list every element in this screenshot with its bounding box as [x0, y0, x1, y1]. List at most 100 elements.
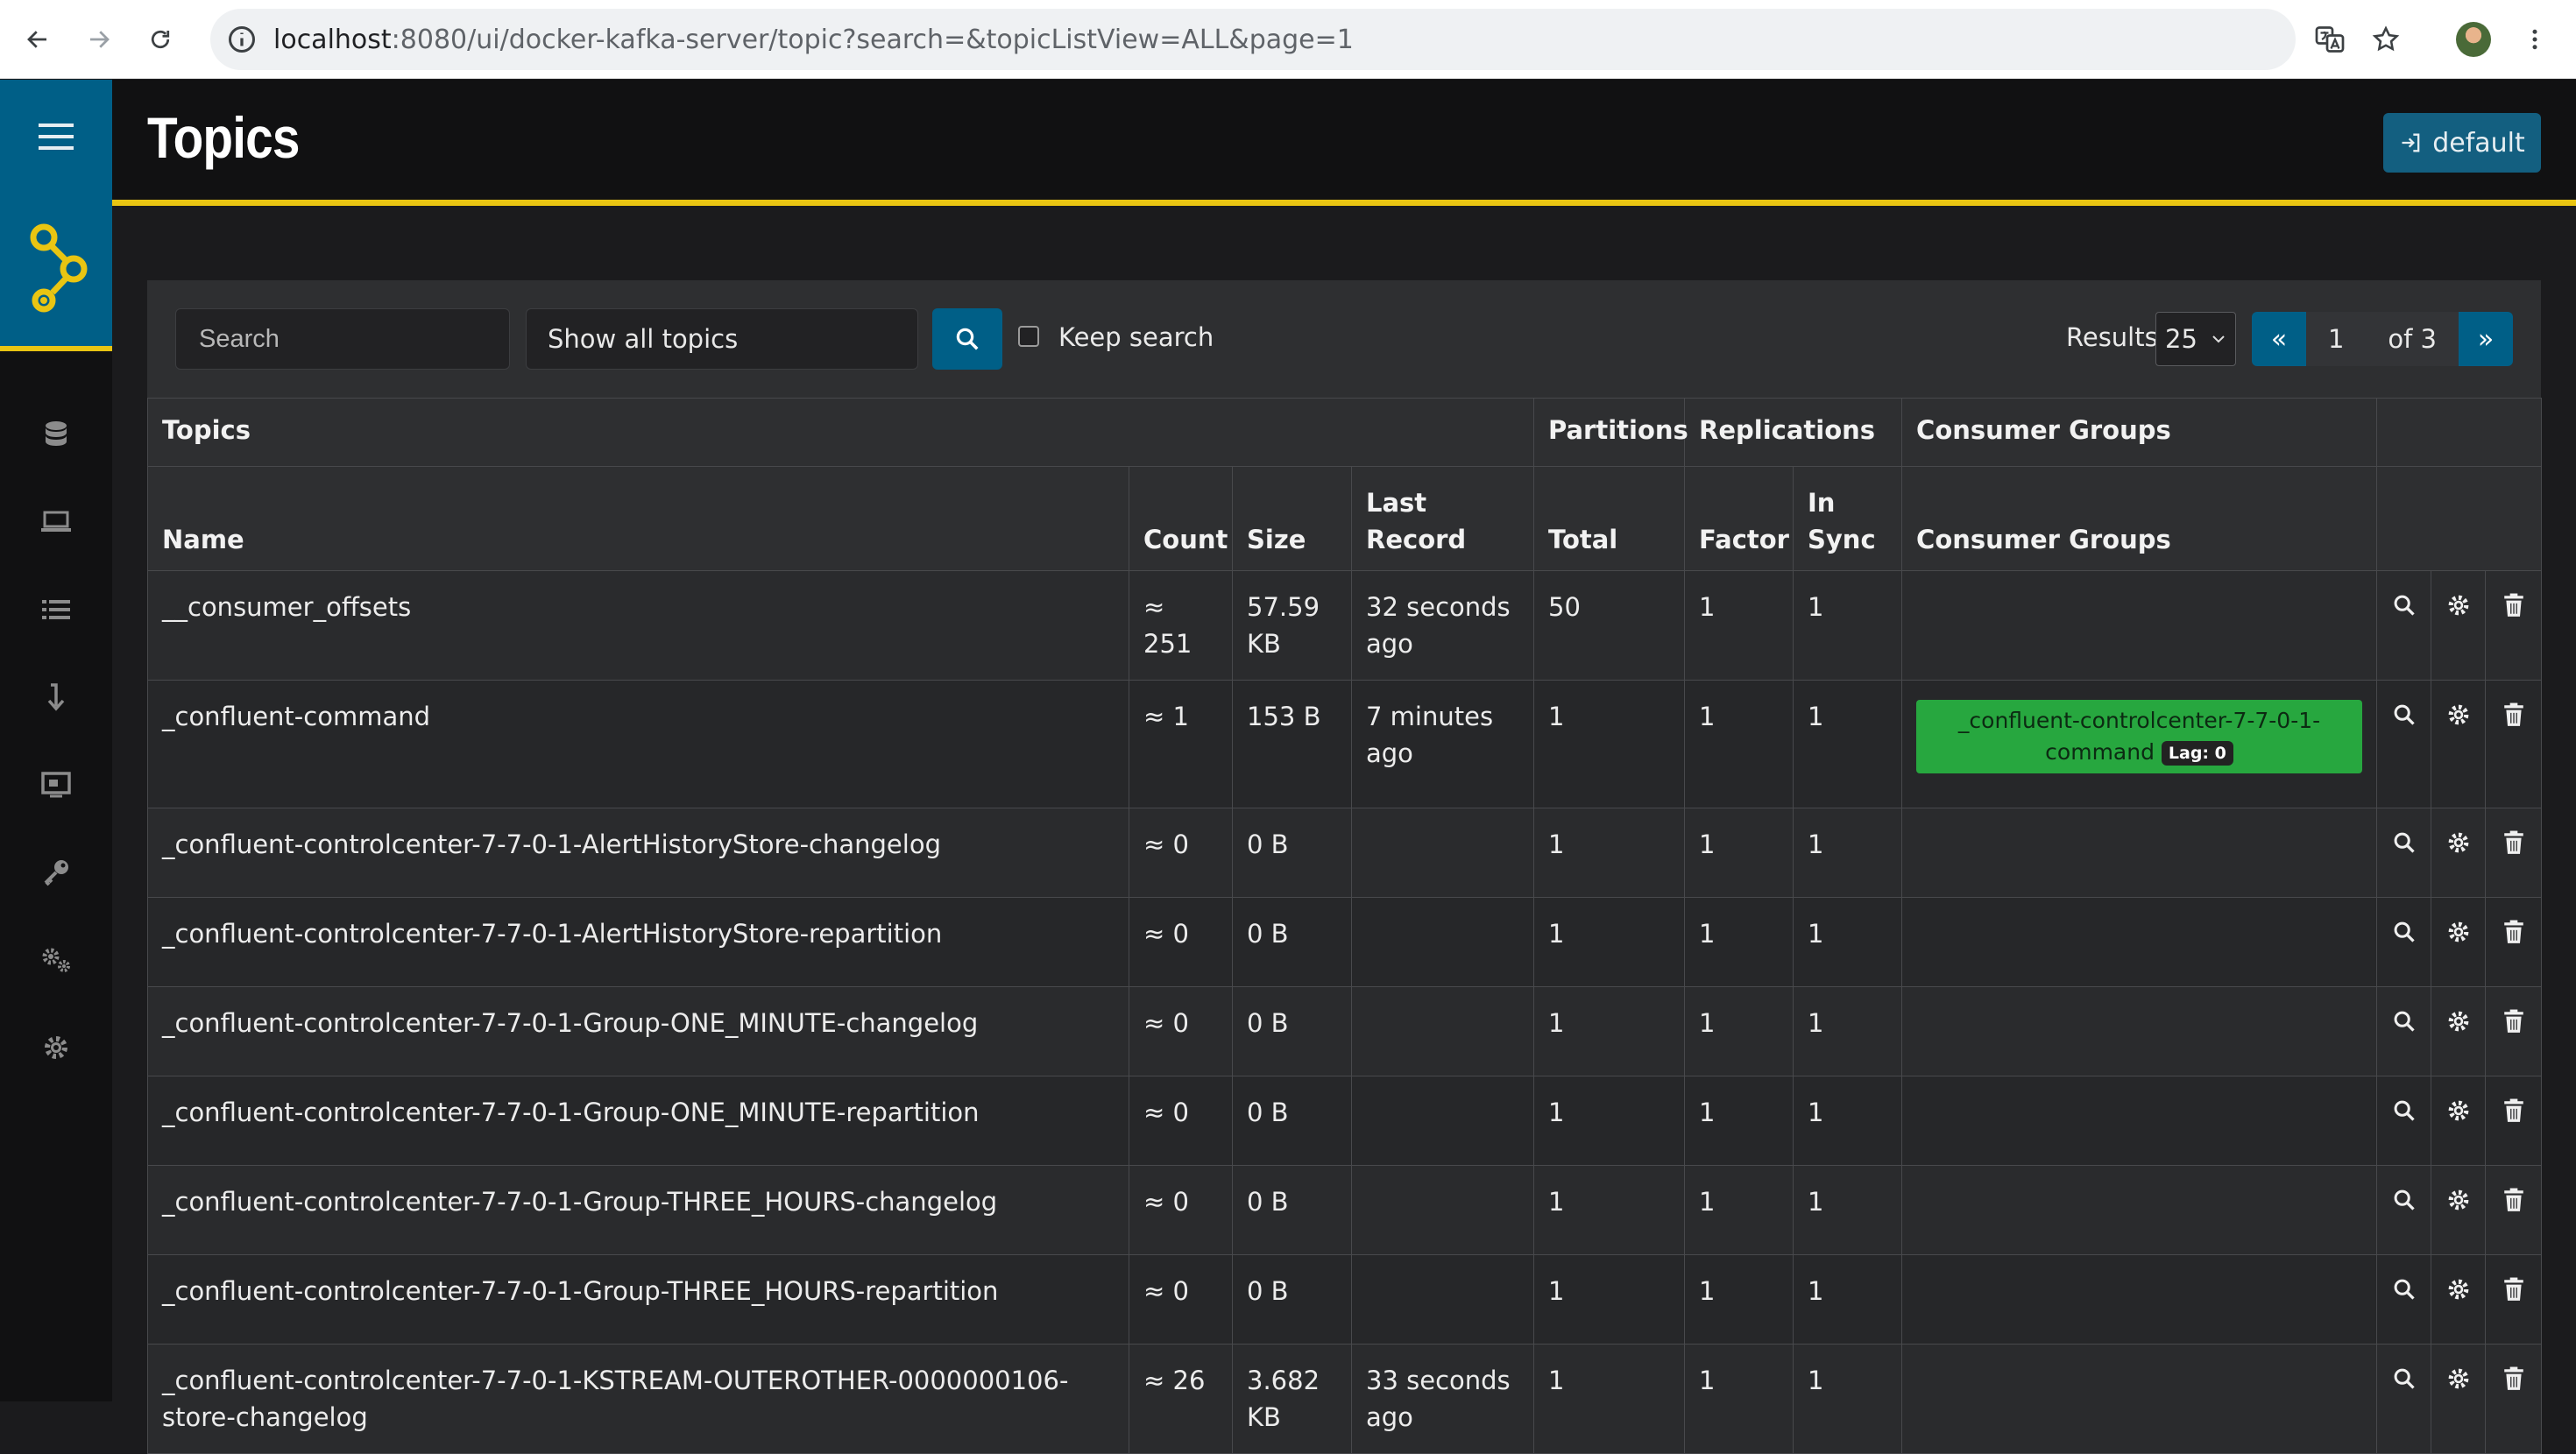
table-row[interactable]: __consumer_offsets ≈ 251 57.59 KB 32 second…	[147, 570, 2543, 681]
consumer-group-badge[interactable]: _confluent-controlcenter-7-7-0-1-command…	[1916, 700, 2363, 773]
gear-action[interactable]	[2431, 808, 2487, 898]
gear-icon	[2446, 831, 2471, 861]
cluster-default-button[interactable]: default	[2383, 113, 2541, 173]
col-last-record[interactable]: Last Record	[1350, 466, 1535, 571]
profile-avatar[interactable]	[2453, 19, 2494, 60]
topic-view-select[interactable]: Show all topics	[526, 308, 918, 370]
bookmark-star-icon[interactable]	[2366, 19, 2406, 60]
search-action[interactable]	[2376, 1344, 2432, 1454]
search-button[interactable]	[932, 308, 1002, 370]
search-action[interactable]	[2376, 986, 2432, 1076]
search-action[interactable]	[2376, 897, 2432, 987]
search-action[interactable]	[2376, 570, 2432, 681]
cell-name[interactable]: _confluent-controlcenter-7-7-0-1-Group-T…	[147, 1254, 1129, 1345]
browser-menu-icon[interactable]	[2515, 19, 2555, 60]
cell-factor: 1	[1684, 570, 1794, 681]
results-per-page-select[interactable]: 25	[2155, 312, 2236, 366]
cell-consumer-groups	[1901, 808, 2378, 898]
cell-name[interactable]: _confluent-controlcenter-7-7-0-1-AlertHi…	[147, 897, 1129, 987]
trash-action[interactable]	[2485, 1254, 2543, 1345]
cell-name[interactable]: _confluent-controlcenter-7-7-0-1-KSTREAM…	[147, 1344, 1129, 1454]
cell-name[interactable]: __consumer_offsets	[147, 570, 1129, 681]
col-size[interactable]: Size	[1232, 466, 1352, 571]
cell-consumer-groups: _confluent-controlcenter-7-7-0-1-command…	[1901, 680, 2378, 808]
search-icon	[2392, 594, 2417, 624]
table-row[interactable]: _confluent-controlcenter-7-7-0-1-AlertHi…	[147, 897, 2543, 987]
col-total[interactable]: Total	[1533, 466, 1686, 571]
trash-action[interactable]	[2485, 1344, 2543, 1454]
key-icon[interactable]	[0, 842, 112, 903]
cell-total: 1	[1533, 986, 1686, 1076]
search-action[interactable]	[2376, 1076, 2432, 1166]
search-icon	[2392, 1367, 2417, 1397]
gear-action[interactable]	[2431, 1254, 2487, 1345]
address-bar[interactable]: localhost:8080/ui/docker-kafka-server/to…	[210, 9, 2296, 70]
gear-action[interactable]	[2431, 680, 2487, 808]
gear-action[interactable]	[2431, 897, 2487, 987]
search-action[interactable]	[2376, 680, 2432, 808]
trash-action[interactable]	[2485, 897, 2543, 987]
gear-action[interactable]	[2431, 1344, 2487, 1454]
table-row[interactable]: _confluent-controlcenter-7-7-0-1-Group-O…	[147, 1076, 2543, 1166]
page-next-button[interactable]: »	[2459, 312, 2513, 366]
monitor-icon[interactable]	[0, 754, 112, 815]
trash-action[interactable]	[2485, 808, 2543, 898]
cell-count: ≈ 0	[1129, 808, 1233, 898]
group-header-actions	[2376, 398, 2543, 467]
cell-factor: 1	[1684, 680, 1794, 808]
gears-icon[interactable]	[0, 929, 112, 991]
database-icon[interactable]	[0, 404, 112, 465]
search-input[interactable]	[175, 308, 510, 370]
table-row[interactable]: _confluent-controlcenter-7-7-0-1-Group-T…	[147, 1165, 2543, 1255]
cell-size: 0 B	[1232, 897, 1352, 987]
keep-search-checkbox[interactable]	[1018, 326, 1039, 347]
trash-icon	[2502, 593, 2525, 624]
table-row[interactable]: _confluent-controlcenter-7-7-0-1-Group-T…	[147, 1254, 2543, 1345]
trash-action[interactable]	[2485, 680, 2543, 808]
cell-in-sync: 1	[1793, 808, 1903, 898]
gear-action[interactable]	[2431, 570, 2487, 681]
gear-icon[interactable]	[0, 1017, 112, 1078]
table-row[interactable]: _confluent-command ≈ 1 153 B7 minutes ago 1…	[147, 680, 2543, 808]
cell-name[interactable]: _confluent-controlcenter-7-7-0-1-Group-T…	[147, 1165, 1129, 1255]
col-name[interactable]: Name	[147, 466, 1129, 571]
page-first-button[interactable]: «	[2252, 312, 2306, 366]
table-row[interactable]: _confluent-controlcenter-7-7-0-1-AlertHi…	[147, 808, 2543, 898]
gear-action[interactable]	[2431, 1076, 2487, 1166]
col-count[interactable]: Count	[1129, 466, 1233, 571]
search-action[interactable]	[2376, 808, 2432, 898]
trash-action[interactable]	[2485, 570, 2543, 681]
gear-action[interactable]	[2431, 1165, 2487, 1255]
results-label: Results	[2066, 322, 2158, 352]
col-factor[interactable]: Factor	[1684, 466, 1794, 571]
trash-action[interactable]	[2485, 1076, 2543, 1166]
group-header-replications: Replications	[1684, 398, 1903, 467]
cell-name[interactable]: _confluent-command	[147, 680, 1129, 808]
gear-action[interactable]	[2431, 986, 2487, 1076]
kafka-logo[interactable]	[0, 194, 112, 351]
level-down-icon[interactable]	[0, 667, 112, 728]
cell-in-sync: 1	[1793, 1165, 1903, 1255]
reload-icon[interactable]	[140, 19, 180, 60]
hamburger-menu-icon[interactable]	[0, 80, 112, 194]
cell-name[interactable]: _confluent-controlcenter-7-7-0-1-Group-O…	[147, 1076, 1129, 1166]
cell-name[interactable]: _confluent-controlcenter-7-7-0-1-AlertHi…	[147, 808, 1129, 898]
cell-count: ≈ 0	[1129, 986, 1233, 1076]
col-consumer-groups: Consumer Groups	[1901, 466, 2378, 571]
topics-table: Topics Partitions Replications Consumer …	[146, 398, 2543, 1454]
cell-name[interactable]: _confluent-controlcenter-7-7-0-1-Group-O…	[147, 986, 1129, 1076]
site-info-icon[interactable]	[226, 24, 258, 55]
table-row[interactable]: _confluent-controlcenter-7-7-0-1-Group-O…	[147, 986, 2543, 1076]
back-icon[interactable]	[18, 19, 58, 60]
list-icon[interactable]	[0, 579, 112, 640]
trash-action[interactable]	[2485, 1165, 2543, 1255]
forward-icon[interactable]	[79, 19, 119, 60]
trash-action[interactable]	[2485, 986, 2543, 1076]
search-action[interactable]	[2376, 1165, 2432, 1255]
translate-icon[interactable]	[2310, 19, 2350, 60]
table-row[interactable]: _confluent-controlcenter-7-7-0-1-KSTREAM…	[147, 1344, 2543, 1454]
col-in-sync[interactable]: In Sync	[1793, 466, 1903, 571]
browser-toolbar: localhost:8080/ui/docker-kafka-server/to…	[0, 0, 2576, 79]
search-action[interactable]	[2376, 1254, 2432, 1345]
laptop-icon[interactable]	[0, 491, 112, 553]
